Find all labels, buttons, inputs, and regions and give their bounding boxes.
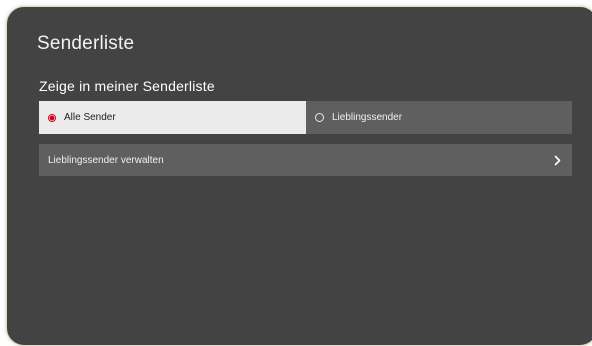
channel-filter-radio-group: Alle Sender Lieblingssender	[39, 101, 572, 134]
radio-unselected-icon	[315, 113, 324, 122]
radio-selected-icon	[48, 113, 56, 122]
option-all-channels[interactable]: Alle Sender	[39, 101, 306, 134]
settings-panel: Senderliste Zeige in meiner Senderliste …	[6, 6, 592, 346]
option-favorite-channels[interactable]: Lieblingssender	[306, 101, 572, 134]
chevron-right-icon	[552, 154, 562, 166]
manage-favorites-button[interactable]: Lieblingssender verwalten	[39, 144, 572, 176]
manage-favorites-label: Lieblingssender verwalten	[48, 154, 164, 166]
page-title: Senderliste	[37, 33, 135, 54]
option-favorite-channels-label: Lieblingssender	[332, 112, 403, 123]
channel-filter-label: Zeige in meiner Senderliste	[39, 78, 215, 94]
option-all-channels-label: Alle Sender	[64, 112, 116, 123]
